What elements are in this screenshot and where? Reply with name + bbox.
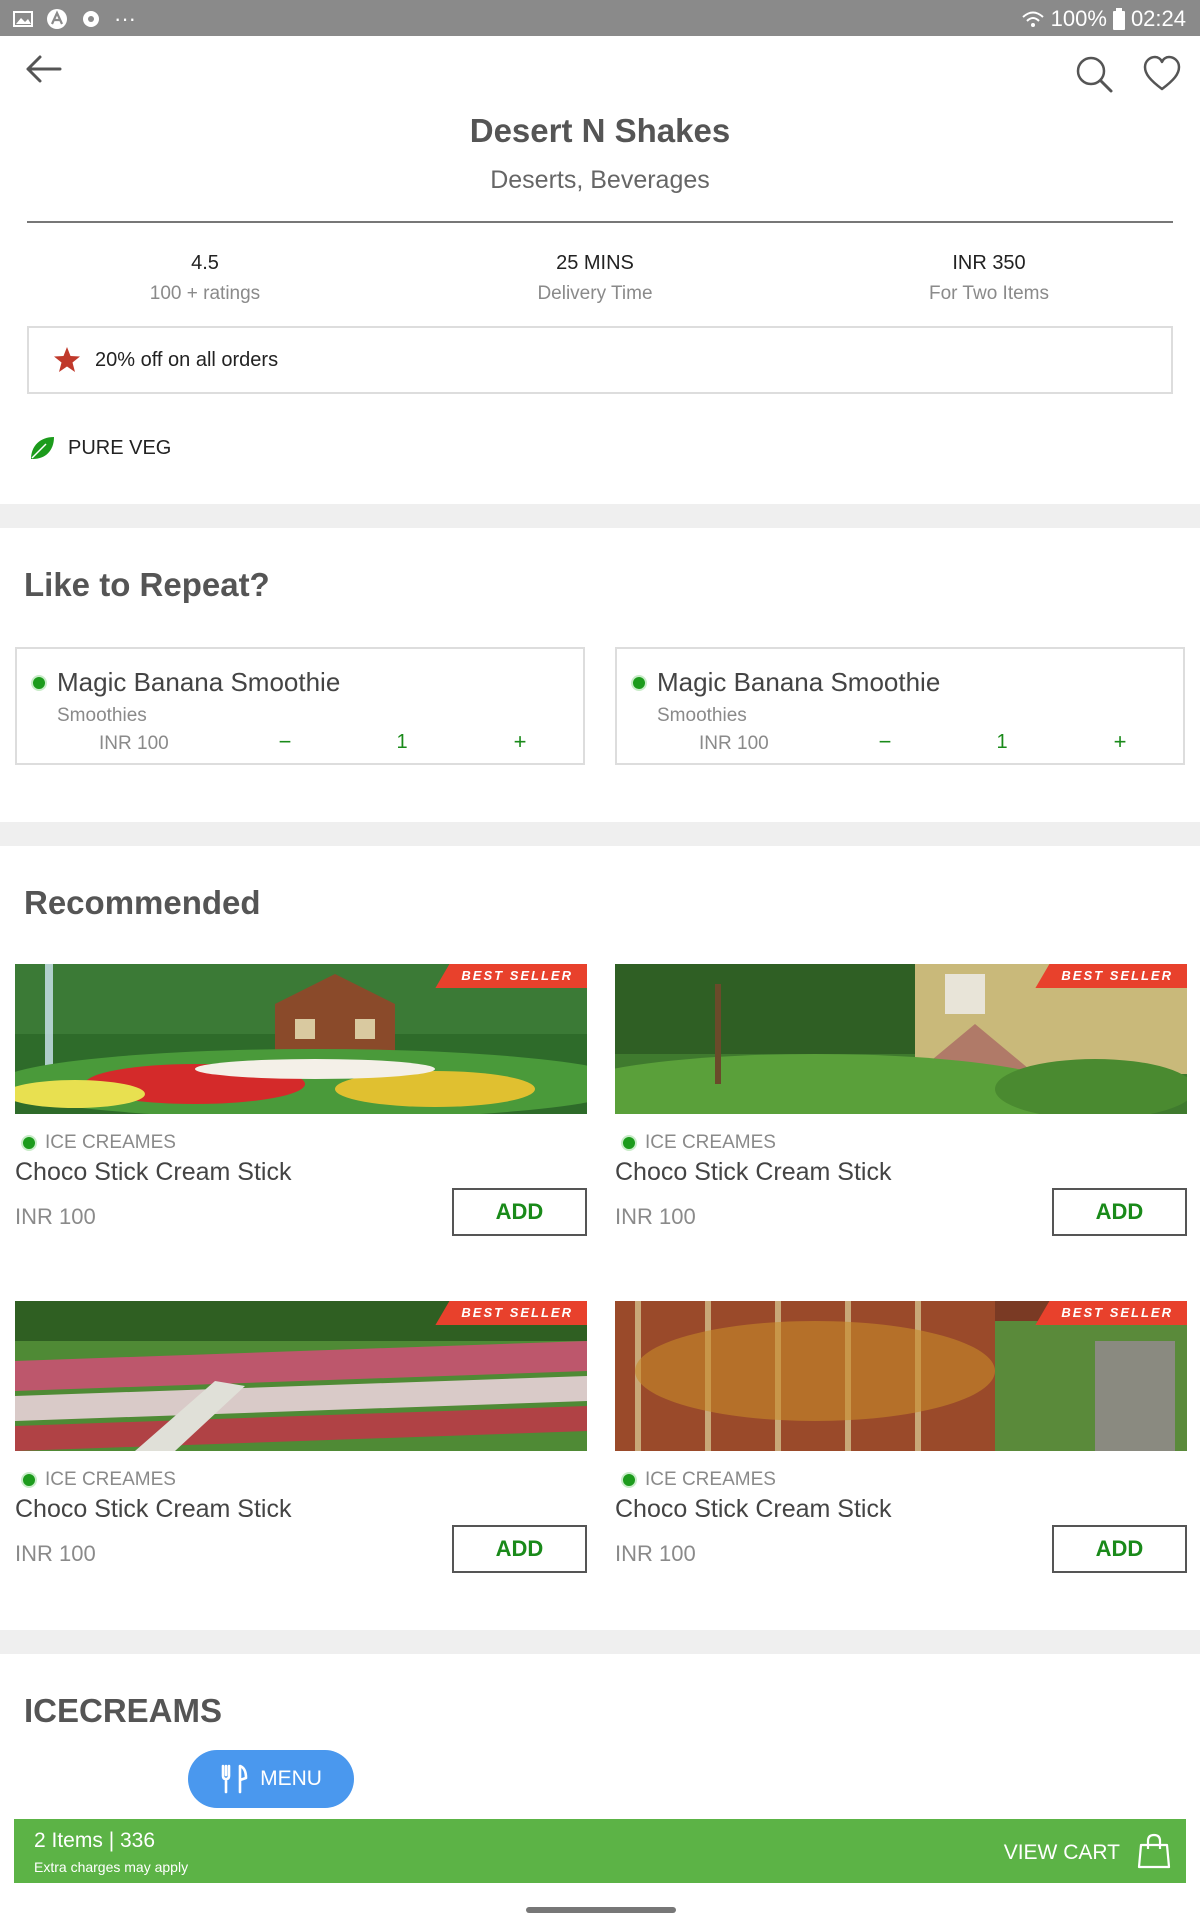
icecreams-section-title: ICECREAMS [24, 1692, 223, 1729]
section-divider [0, 504, 1200, 528]
repeat-item-price: INR 100 [99, 733, 169, 754]
back-arrow-icon[interactable] [24, 52, 64, 86]
item-name: Choco Stick Cream Stick [615, 1158, 892, 1186]
item-price: INR 100 [615, 1204, 696, 1229]
restaurant-categories: Deserts, Beverages [490, 166, 710, 194]
delivery-time-label: Delivery Time [537, 283, 653, 304]
repeat-item-category: Smoothies [657, 705, 747, 726]
add-to-cart-button[interactable]: ADD [452, 1188, 587, 1236]
repeat-item-name-row: Magic Banana Smoothie [31, 667, 340, 698]
item-category: ICE CREAMES [645, 1469, 776, 1490]
cart-summary: 2 Items | 336 [34, 1829, 156, 1852]
section-divider [0, 1630, 1200, 1654]
recommended-item-card[interactable]: BEST SELLER ICE CREAMES Choco Stick Crea… [15, 1301, 587, 1591]
veg-indicator-icon [21, 1135, 37, 1151]
add-to-cart-button[interactable]: ADD [452, 1525, 587, 1573]
recommended-item-card[interactable]: BEST SELLER ICE CREAMES Choco Stick Crea… [615, 1301, 1187, 1591]
decrease-quantity-button[interactable]: − [270, 729, 300, 755]
best-seller-badge: BEST SELLER [1035, 964, 1187, 988]
app-notification-icon [47, 9, 67, 29]
decrease-quantity-button[interactable]: − [870, 729, 900, 755]
cost-for-two-stat: INR 350 For Two Items [839, 252, 1139, 305]
gallery-notification-icon [13, 11, 33, 27]
rating-stat: 4.5 100 + ratings [55, 252, 355, 305]
veg-indicator-icon [621, 1472, 637, 1488]
star-icon [54, 347, 80, 372]
clock: 02:24 [1130, 6, 1186, 31]
section-divider [0, 822, 1200, 846]
menu-button-label: MENU [260, 1767, 322, 1790]
view-cart-bar[interactable]: 2 Items | 336 Extra charges may apply VI… [14, 1819, 1186, 1883]
item-category-row: ICE CREAMES [621, 1132, 776, 1154]
repeat-item-name: Magic Banana Smoothie [57, 667, 341, 697]
battery-level: 100% [1050, 6, 1107, 31]
item-category: ICE CREAMES [645, 1132, 776, 1153]
repeat-item-price: INR 100 [699, 733, 769, 754]
delivery-time-value: 25 MINS [556, 252, 634, 274]
pure-veg-label: PURE VEG [68, 436, 172, 459]
recommended-section-title: Recommended [24, 884, 261, 921]
wifi-icon [1021, 11, 1044, 27]
increase-quantity-button[interactable]: + [1105, 729, 1135, 755]
repeat-item-card[interactable]: Magic Banana Smoothie Smoothies INR 100 … [15, 647, 585, 765]
item-category-row: ICE CREAMES [621, 1469, 776, 1491]
repeat-item-category: Smoothies [57, 705, 147, 726]
cart-extra-charges-note: Extra charges may apply [34, 1859, 189, 1875]
offer-banner[interactable]: 20% off on all orders [27, 326, 1173, 394]
repeat-item-name: Magic Banana Smoothie [657, 667, 941, 697]
menu-button[interactable]: MENU [188, 1750, 354, 1808]
increase-quantity-button[interactable]: + [505, 729, 535, 755]
best-seller-badge: BEST SELLER [435, 964, 587, 988]
veg-indicator-icon [31, 674, 47, 691]
cost-value: INR 350 [952, 252, 1026, 274]
quantity-value: 1 [396, 731, 408, 753]
status-bar: ··· 100% 02:24 [0, 0, 1200, 36]
header-divider [27, 221, 1173, 223]
item-category: ICE CREAMES [45, 1469, 176, 1490]
shopping-bag-icon [1137, 1833, 1171, 1869]
add-to-cart-button[interactable]: ADD [1052, 1188, 1187, 1236]
search-icon[interactable] [1074, 54, 1114, 94]
rating-value: 4.5 [191, 252, 219, 274]
item-price: INR 100 [15, 1541, 96, 1566]
repeat-item-name-row: Magic Banana Smoothie [631, 667, 940, 698]
item-price: INR 100 [615, 1541, 696, 1566]
item-name: Choco Stick Cream Stick [615, 1495, 892, 1523]
cost-label: For Two Items [928, 283, 1049, 304]
repeat-section-title: Like to Repeat? [24, 566, 270, 603]
recommended-item-card[interactable]: BEST SELLER ICE CREAMES Choco Stick Crea… [615, 964, 1187, 1254]
best-seller-badge: BEST SELLER [435, 1301, 587, 1325]
pure-veg-indicator: PURE VEG [28, 434, 171, 462]
leaf-icon [31, 437, 54, 459]
offer-text: 20% off on all orders [95, 348, 279, 371]
veg-indicator-icon [621, 1135, 637, 1151]
rating-label: 100 + ratings [149, 283, 261, 304]
more-notifications-indicator: ··· [114, 6, 136, 31]
veg-indicator-icon [631, 674, 647, 691]
repeat-item-card[interactable]: Magic Banana Smoothie Smoothies INR 100 … [615, 647, 1185, 765]
item-category-row: ICE CREAMES [21, 1469, 176, 1491]
add-to-cart-button[interactable]: ADD [1052, 1525, 1187, 1573]
item-price: INR 100 [15, 1204, 96, 1229]
veg-indicator-icon [21, 1472, 37, 1488]
settings-notification-icon [83, 11, 99, 27]
favorite-heart-icon[interactable] [1142, 54, 1182, 94]
item-category: ICE CREAMES [45, 1132, 176, 1153]
item-category-row: ICE CREAMES [21, 1132, 176, 1154]
view-cart-label: VIEW CART [1003, 1841, 1120, 1864]
best-seller-badge: BEST SELLER [1035, 1301, 1187, 1325]
item-name: Choco Stick Cream Stick [15, 1495, 292, 1523]
cutlery-icon [221, 1764, 248, 1794]
item-name: Choco Stick Cream Stick [15, 1158, 292, 1186]
recommended-item-card[interactable]: BEST SELLER ICE CREAMES Choco Stick Crea… [15, 964, 587, 1254]
home-indicator[interactable] [526, 1907, 676, 1913]
restaurant-name: Desert N Shakes [469, 112, 731, 149]
quantity-value: 1 [996, 731, 1008, 753]
delivery-time-stat: 25 MINS Delivery Time [445, 252, 745, 305]
battery-icon [1112, 8, 1125, 30]
